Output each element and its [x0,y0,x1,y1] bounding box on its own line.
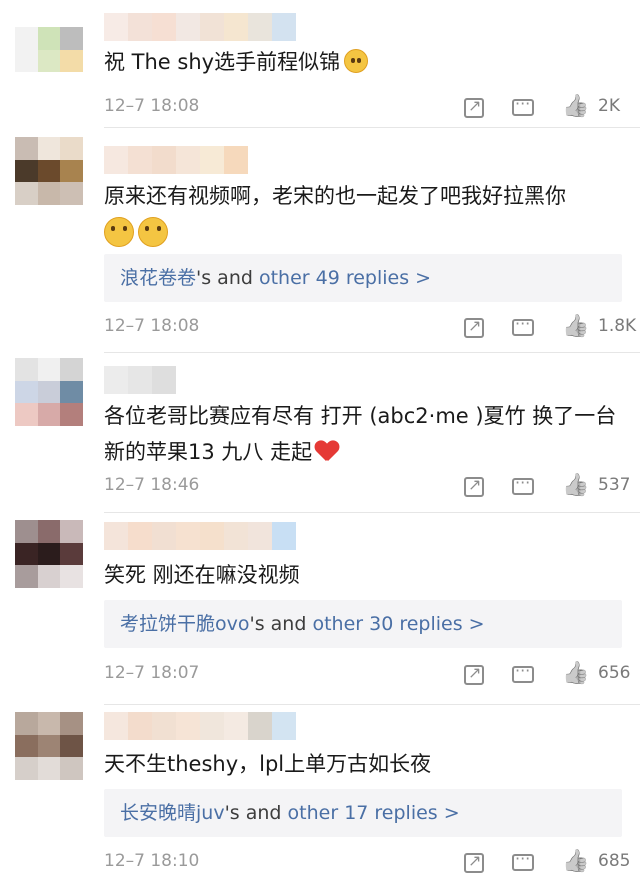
crying-emoji [104,217,134,247]
comment-text: 各位老哥比赛应有尽有 打开 (abc2·me )夏竹 换了一台新的苹果13 九八… [104,404,617,464]
avatar[interactable] [15,712,83,780]
avatar[interactable] [15,137,83,205]
reply-user[interactable]: 考拉饼干脆ovo [120,613,250,635]
comment-text: 祝 The shy选手前程似锦 [104,44,622,80]
username[interactable] [104,712,296,740]
reply-preview[interactable]: 考拉饼干脆ovo's and other 30 replies > [104,600,622,648]
comment-text: 笑死 刚还在嘛没视频 [104,563,300,587]
comment-meta: 12–7 18:08 2K [104,94,622,122]
username[interactable] [104,366,176,394]
more-replies-link[interactable]: other 30 replies > [312,613,484,635]
reply-user[interactable]: 长安晚晴juv [120,802,225,824]
comment-text: 天不生theshy，lpl上单万古如长夜 [104,752,432,776]
share-icon[interactable] [464,663,484,685]
reply-icon[interactable] [512,473,534,495]
comment-4: 笑死 刚还在嘛没视频 考拉饼干脆ovo's and other 30 repli… [0,512,640,705]
comment-text: 原来还有视频啊，老宋的也一起发了吧我好拉黑你 [104,178,622,250]
like-icon[interactable] [562,314,590,342]
comment-5: 天不生theshy，lpl上单万古如长夜 长安晚晴juv's and other… [0,704,640,883]
like-count: 537 [598,475,631,495]
like-icon[interactable] [562,473,590,501]
comment-meta: 12–7 18:10 685 [104,849,630,877]
crying-emoji [138,217,168,247]
reply-icon[interactable] [512,661,534,683]
username[interactable] [104,522,296,550]
username[interactable] [104,13,296,41]
red-heart-icon [315,441,339,463]
like-count: 656 [598,663,631,683]
like-icon[interactable] [562,849,590,877]
reply-icon[interactable] [512,849,534,871]
comment-meta: 12–7 18:07 656 [104,661,630,689]
like-count: 2K [598,96,620,116]
like-icon[interactable] [562,94,590,122]
timestamp: 12–7 18:10 [104,851,200,871]
avatar[interactable] [15,520,83,588]
timestamp: 12–7 18:07 [104,663,200,683]
like-count: 1.8K [598,316,637,336]
comment-3: 各位老哥比赛应有尽有 打开 (abc2·me )夏竹 换了一台新的苹果13 九八… [0,352,640,513]
reply-preview[interactable]: 长安晚晴juv's and other 17 replies > [104,789,622,837]
avatar[interactable] [15,27,83,95]
comment-1: 祝 The shy选手前程似锦 12–7 18:08 2K [0,0,640,128]
timestamp: 12–7 18:46 [104,475,200,495]
share-icon[interactable] [464,851,484,873]
reply-preview[interactable]: 浪花卷卷's and other 49 replies > [104,254,622,302]
reply-user[interactable]: 浪花卷卷 [120,267,196,289]
more-replies-link[interactable]: other 49 replies > [259,267,431,289]
share-icon[interactable] [464,475,484,497]
comment-meta: 12–7 18:08 1.8K [104,314,636,342]
share-icon[interactable] [464,96,484,118]
timestamp: 12–7 18:08 [104,316,200,336]
username[interactable] [104,146,248,174]
reply-icon[interactable] [512,94,534,116]
comment-meta: 12–7 18:46 537 [104,473,630,501]
more-replies-link[interactable]: other 17 replies > [288,802,460,824]
like-icon[interactable] [562,661,590,689]
share-icon[interactable] [464,316,484,338]
comment-2: 原来还有视频啊，老宋的也一起发了吧我好拉黑你 浪花卷卷's and other … [0,128,640,353]
big-grin-emoji [344,49,369,73]
avatar[interactable] [15,358,83,426]
reply-icon[interactable] [512,314,534,336]
timestamp: 12–7 18:08 [104,96,200,116]
like-count: 685 [598,851,631,871]
